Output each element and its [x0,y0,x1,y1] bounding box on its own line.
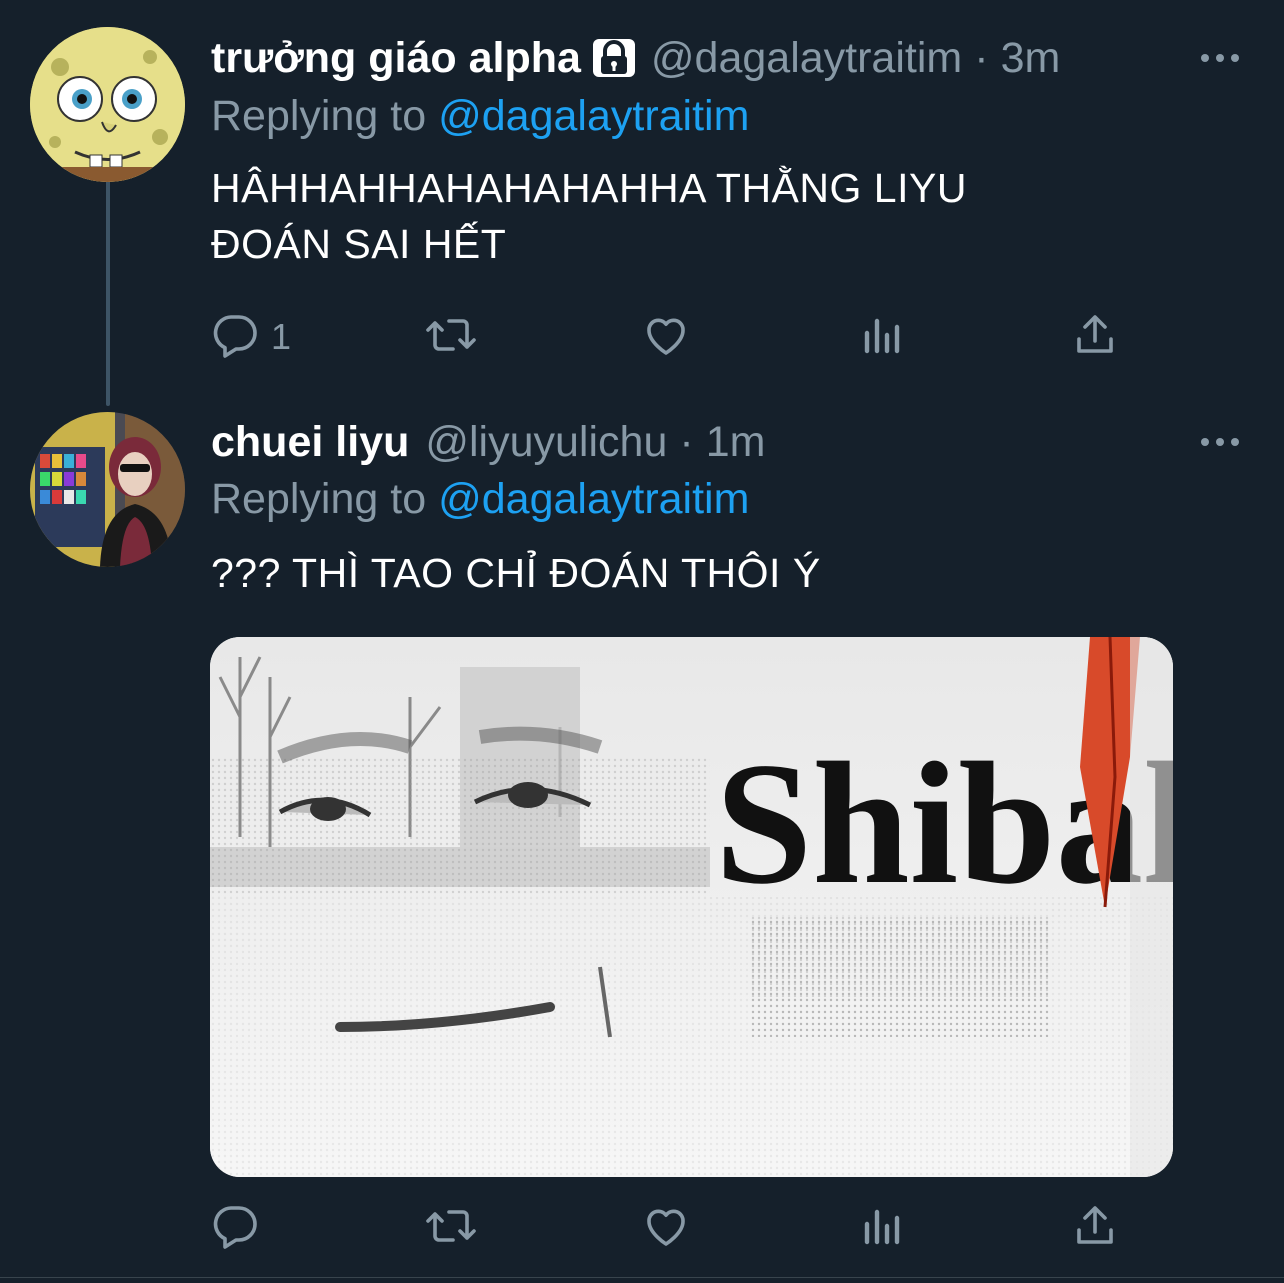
tweet-text-line: ??? THÌ TAO CHỈ ĐOÁN THÔI Ý [211,550,821,596]
tweet-text: HÂHHAHHAHAHAHAHHA THẰNG LIYU ĐOÁN SAI HẾ… [211,160,967,272]
timestamp[interactable]: 3m [1001,34,1061,83]
reply-icon [211,1202,259,1255]
username-handle[interactable]: @dagalaytraitim [651,34,962,83]
reply-button[interactable] [211,1203,259,1253]
analytics-icon [861,311,905,364]
tweet-2[interactable]: chuei liyu @liyuyulichu · 1m Replying to… [0,400,1284,1277]
analytics-button[interactable] [861,312,905,362]
replying-to-label: Replying to [211,475,427,523]
avatar[interactable] [30,27,185,182]
retweet-icon [423,1202,479,1255]
replying-to-label: Replying to [211,92,427,140]
tweet-actions: 1 [211,312,1131,362]
share-button[interactable] [1071,1203,1119,1253]
divider [0,1277,1284,1278]
heart-icon [641,1202,691,1255]
like-button[interactable] [641,1203,691,1253]
analytics-icon [861,1202,905,1255]
separator-dot: · [974,33,989,82]
tweet-actions [211,1203,1131,1253]
tweet-text-line: ĐOÁN SAI HẾT [211,221,507,267]
analytics-button[interactable] [861,1203,905,1253]
share-icon [1071,311,1119,364]
reply-count: 1 [271,316,292,357]
replying-to-line: Replying to @dagalaytraitim [211,92,749,141]
more-icon[interactable] [1198,420,1242,464]
more-icon[interactable] [1198,36,1242,80]
tweet-header: trưởng giáo alpha @dagalaytraitim · 3m [211,33,1060,83]
retweet-icon [423,311,479,364]
display-name[interactable]: chuei liyu [211,418,409,467]
retweet-button[interactable] [423,1203,479,1253]
avatar[interactable] [30,412,185,567]
heart-icon [641,311,691,364]
share-icon [1071,1202,1119,1255]
retweet-button[interactable] [423,312,479,362]
share-button[interactable] [1071,312,1119,362]
mention-link[interactable]: @dagalaytraitim [438,475,749,523]
username-handle[interactable]: @liyuyulichu [425,418,667,467]
tweet-text: ??? THÌ TAO CHỈ ĐOÁN THÔI Ý [211,545,821,601]
display-name[interactable]: trưởng giáo alpha [211,34,581,83]
reply-icon [211,311,259,364]
separator-dot: · [679,417,694,466]
like-button[interactable] [641,312,691,362]
mention-link[interactable]: @dagalaytraitim [438,92,749,140]
replying-to-line: Replying to @dagalaytraitim [211,475,749,524]
media-image[interactable]: Shibal [210,637,1173,1177]
reply-button[interactable]: 1 [211,312,291,362]
tweet-1[interactable]: trưởng giáo alpha @dagalaytraitim · 3m R… [0,0,1284,400]
tweet-header: chuei liyu @liyuyulichu · 1m [211,417,765,467]
tweet-text-line: HÂHHAHHAHAHAHAHHA THẰNG LIYU [211,165,967,211]
lock-icon [591,37,637,79]
timestamp[interactable]: 1m [706,418,766,467]
